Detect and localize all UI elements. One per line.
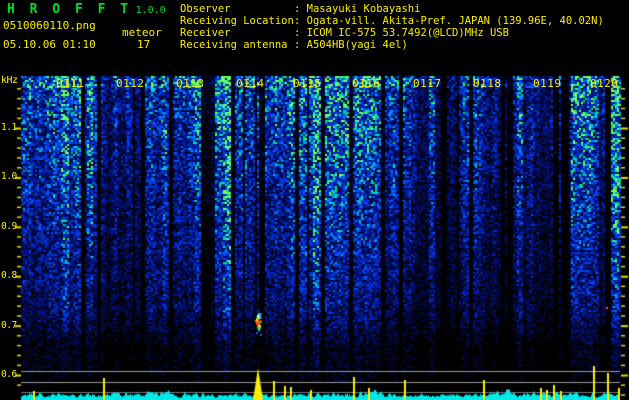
station-info-label: Receiver [180, 27, 231, 39]
time-axis-label: 0111 [56, 77, 85, 90]
time-axis-label: 0113 [176, 77, 205, 90]
station-info-label: Receiving antenna [180, 39, 288, 51]
meteor-echo-count: 17 [137, 38, 151, 51]
app-title: H R O F F T [7, 2, 132, 17]
freq-axis-label: 0.8 [1, 270, 17, 281]
time-axis-label: 0114 [236, 77, 265, 90]
freq-axis-label: 0.9 [1, 221, 17, 232]
freq-axis-label: 1.0 [1, 171, 17, 182]
station-info-value: A504HB(yagi 4el) [306, 39, 408, 51]
time-axis-label: 0119 [533, 77, 562, 90]
station-info-value: ICOM IC-575 53.7492(@LCD)MHz USB [306, 27, 509, 39]
station-info-value: Masayuki Kobayashi [306, 3, 421, 15]
app-version: 1.0.0 [135, 5, 166, 16]
station-info-colon: : [294, 15, 307, 27]
freq-axis-label: 0.7 [1, 320, 17, 331]
observation-datetime: 05.10.06 01:10 [3, 38, 96, 51]
station-info-row: Receiving Location: Ogata-vill. Akita-Pr… [180, 15, 604, 27]
station-info-value: Ogata-vill. Akita-Pref. JAPAN (139.96E, … [306, 15, 604, 27]
time-axis-label: 0116 [352, 77, 381, 90]
time-axis-label: 0117 [413, 77, 442, 90]
time-axis-label: 0112 [116, 77, 145, 90]
station-info-colon: : [294, 3, 307, 15]
station-info-colon: : [294, 39, 307, 51]
freq-axis-label: 1.1 [1, 122, 17, 133]
app-header: H R O F F T 1.0.0 [7, 2, 166, 17]
freq-axis-unit: kHz [1, 75, 18, 86]
station-info-label: Observer [180, 3, 231, 15]
station-info-colon: : [294, 27, 307, 39]
station-info-row: Receiver: ICOM IC-575 53.7492(@LCD)MHz U… [180, 27, 604, 39]
spectrogram-canvas [0, 0, 629, 400]
time-axis-label: 0118 [473, 77, 502, 90]
output-filename: 0510060110.png [3, 19, 96, 32]
station-info-label: Receiving Location [180, 15, 294, 27]
freq-axis-label: 0.6 [1, 369, 17, 380]
station-info-block: Observer: Masayuki Kobayashi Receiving Lo… [180, 3, 604, 51]
station-info-row: Observer: Masayuki Kobayashi [180, 3, 604, 15]
time-axis-label: 0115 [293, 77, 322, 90]
time-axis-label: 0120 [590, 77, 619, 90]
hrofft-screen: H R O F F T 1.0.0 0510060110.png meteor … [0, 0, 629, 400]
station-info-row: Receiving antenna: A504HB(yagi 4el) [180, 39, 604, 51]
